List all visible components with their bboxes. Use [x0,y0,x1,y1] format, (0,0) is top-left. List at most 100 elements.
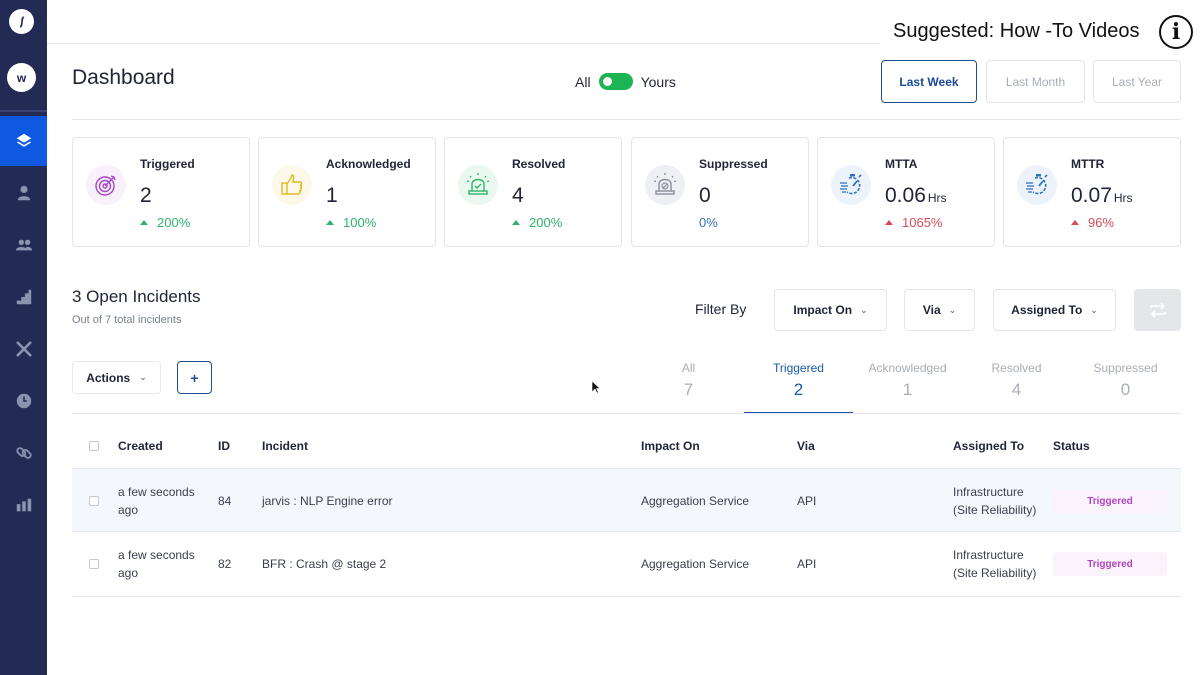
status-badge: Triggered [1053,552,1167,576]
stat-card-mttr[interactable]: MTTR 0.07 Hrs 96% [1003,137,1181,247]
bar-chart-icon [16,498,31,512]
column-header-created[interactable]: Created [118,439,163,453]
stat-value: 0.07 Hrs [1071,184,1133,207]
add-incident-button[interactable]: + [177,361,212,394]
column-header-assigned-to[interactable]: Assigned To [953,439,1024,453]
info-icon: i [1171,19,1181,45]
link-icon [15,447,32,459]
page-title: Dashboard [72,66,175,89]
users-icon [15,239,32,251]
via-cell: API [797,557,817,571]
stat-change: 100% [326,215,376,230]
toggle-knob [602,77,612,86]
table-row[interactable]: a few seconds ago 84 jarvis : NLP Engine … [72,468,1181,532]
assigned-cell: Infrastructure (Site Reliability) [953,485,1037,517]
open-incidents-title: 3 Open Incidents [72,287,201,306]
scope-toggle-group: All Yours [575,73,676,90]
top-divider [47,43,880,44]
stat-label: Acknowledged [326,157,411,171]
incident-link[interactable]: jarvis : NLP Engine error [262,492,393,510]
stat-value: 4 [512,184,524,207]
stat-unit: Hrs [927,191,947,205]
select-all-checkbox[interactable] [89,441,99,451]
sidebar-item-users[interactable] [0,220,47,270]
tab-triggered[interactable]: Triggered 2 [744,359,853,414]
tab-all[interactable]: All 7 [634,359,743,414]
status-badge: Triggered [1053,489,1167,513]
column-header-via[interactable]: Via [797,439,815,453]
trend-up-icon [885,220,893,225]
sidebar-item-history[interactable] [0,376,47,426]
scope-toggle[interactable] [598,73,633,90]
target-icon [86,165,126,205]
stat-value: 0.06 Hrs [885,184,947,207]
stat-change: 0% [699,215,718,230]
toggle-label-all: All [575,73,591,90]
stat-label: MTTR [1071,157,1105,171]
layers-icon [16,133,31,147]
stat-change: 96% [1071,215,1114,230]
stat-label: MTTA [885,157,918,171]
stat-card-resolved[interactable]: Resolved 4 200% [444,137,622,247]
logo-icon [19,15,24,28]
stat-change: 1065% [885,215,942,230]
range-last-month-button[interactable]: Last Month [986,60,1085,103]
column-header-incident[interactable]: Incident [262,439,308,453]
tab-resolved[interactable]: Resolved 4 [962,359,1071,414]
created-cell: a few seconds ago [118,548,195,580]
chevron-down-icon: ⌄ [860,304,868,315]
filter-via-dropdown[interactable]: Via ⌄ [904,289,975,331]
tabs-divider [72,413,1181,414]
range-last-week-button[interactable]: Last Week [881,60,977,103]
sidebar-item-user[interactable] [0,168,47,218]
sidebar-divider [0,110,47,112]
trend-up-icon [1071,220,1079,225]
column-header-impact-on[interactable]: Impact On [641,439,700,453]
refresh-button[interactable] [1134,289,1181,331]
chevron-down-icon: ⌄ [139,372,147,382]
row-checkbox[interactable] [89,496,99,506]
via-cell: API [797,494,817,508]
incident-link[interactable]: BFR : Crash @ stage 2 [262,555,386,573]
sidebar: w [0,0,47,675]
stat-value: 0 [699,184,711,207]
stat-change: 200% [512,215,562,230]
brand-logo[interactable] [9,9,34,34]
clock-icon [16,393,31,409]
column-header-status[interactable]: Status [1053,439,1090,453]
tab-suppressed[interactable]: Suppressed 0 [1071,359,1180,414]
sidebar-item-dashboard[interactable] [0,116,47,166]
sidebar-item-reports[interactable] [0,480,47,530]
workspace-avatar[interactable]: w [7,63,36,92]
tab-acknowledged[interactable]: Acknowledged 1 [853,359,962,414]
trend-up-icon [326,220,334,225]
stat-card-triggered[interactable]: Triggered 2 200% [72,137,250,247]
row-checkbox[interactable] [89,559,99,569]
swap-icon [1149,302,1166,318]
stat-card-acknowledged[interactable]: Acknowledged 1 100% [258,137,436,247]
suggested-videos-link[interactable]: Suggested: How -To Videos [893,20,1139,43]
mouse-cursor-icon [591,380,601,394]
impact-cell: Aggregation Service [641,494,750,508]
filter-impact-on-dropdown[interactable]: Impact On ⌄ [774,289,887,331]
stat-card-suppressed[interactable]: Suppressed 0 0% [631,137,809,247]
stat-label: Resolved [512,157,566,171]
actions-dropdown[interactable]: Actions ⌄ [72,361,161,394]
stat-unit: Hrs [1113,191,1133,205]
filter-assigned-to-dropdown[interactable]: Assigned To ⌄ [993,289,1116,331]
sidebar-item-escalation[interactable] [0,272,47,322]
info-button[interactable]: i [1159,15,1193,49]
stat-value: 2 [140,184,152,207]
assigned-cell: Infrastructure (Site Reliability) [953,548,1037,580]
stat-card-mtta[interactable]: MTTA 0.06 Hrs 1065% [817,137,995,247]
user-icon [17,185,30,201]
column-header-id[interactable]: ID [218,439,230,453]
sidebar-item-tools[interactable] [0,324,47,374]
stopwatch-icon [1017,165,1057,205]
stat-change: 200% [140,215,190,230]
table-row[interactable]: a few seconds ago 82 BFR : Crash @ stage … [72,533,1181,597]
sidebar-item-integrations[interactable] [0,428,47,478]
range-last-year-button[interactable]: Last Year [1093,60,1181,103]
trend-up-icon [140,220,148,225]
open-incidents-subtitle: Out of 7 total incidents [72,314,182,326]
